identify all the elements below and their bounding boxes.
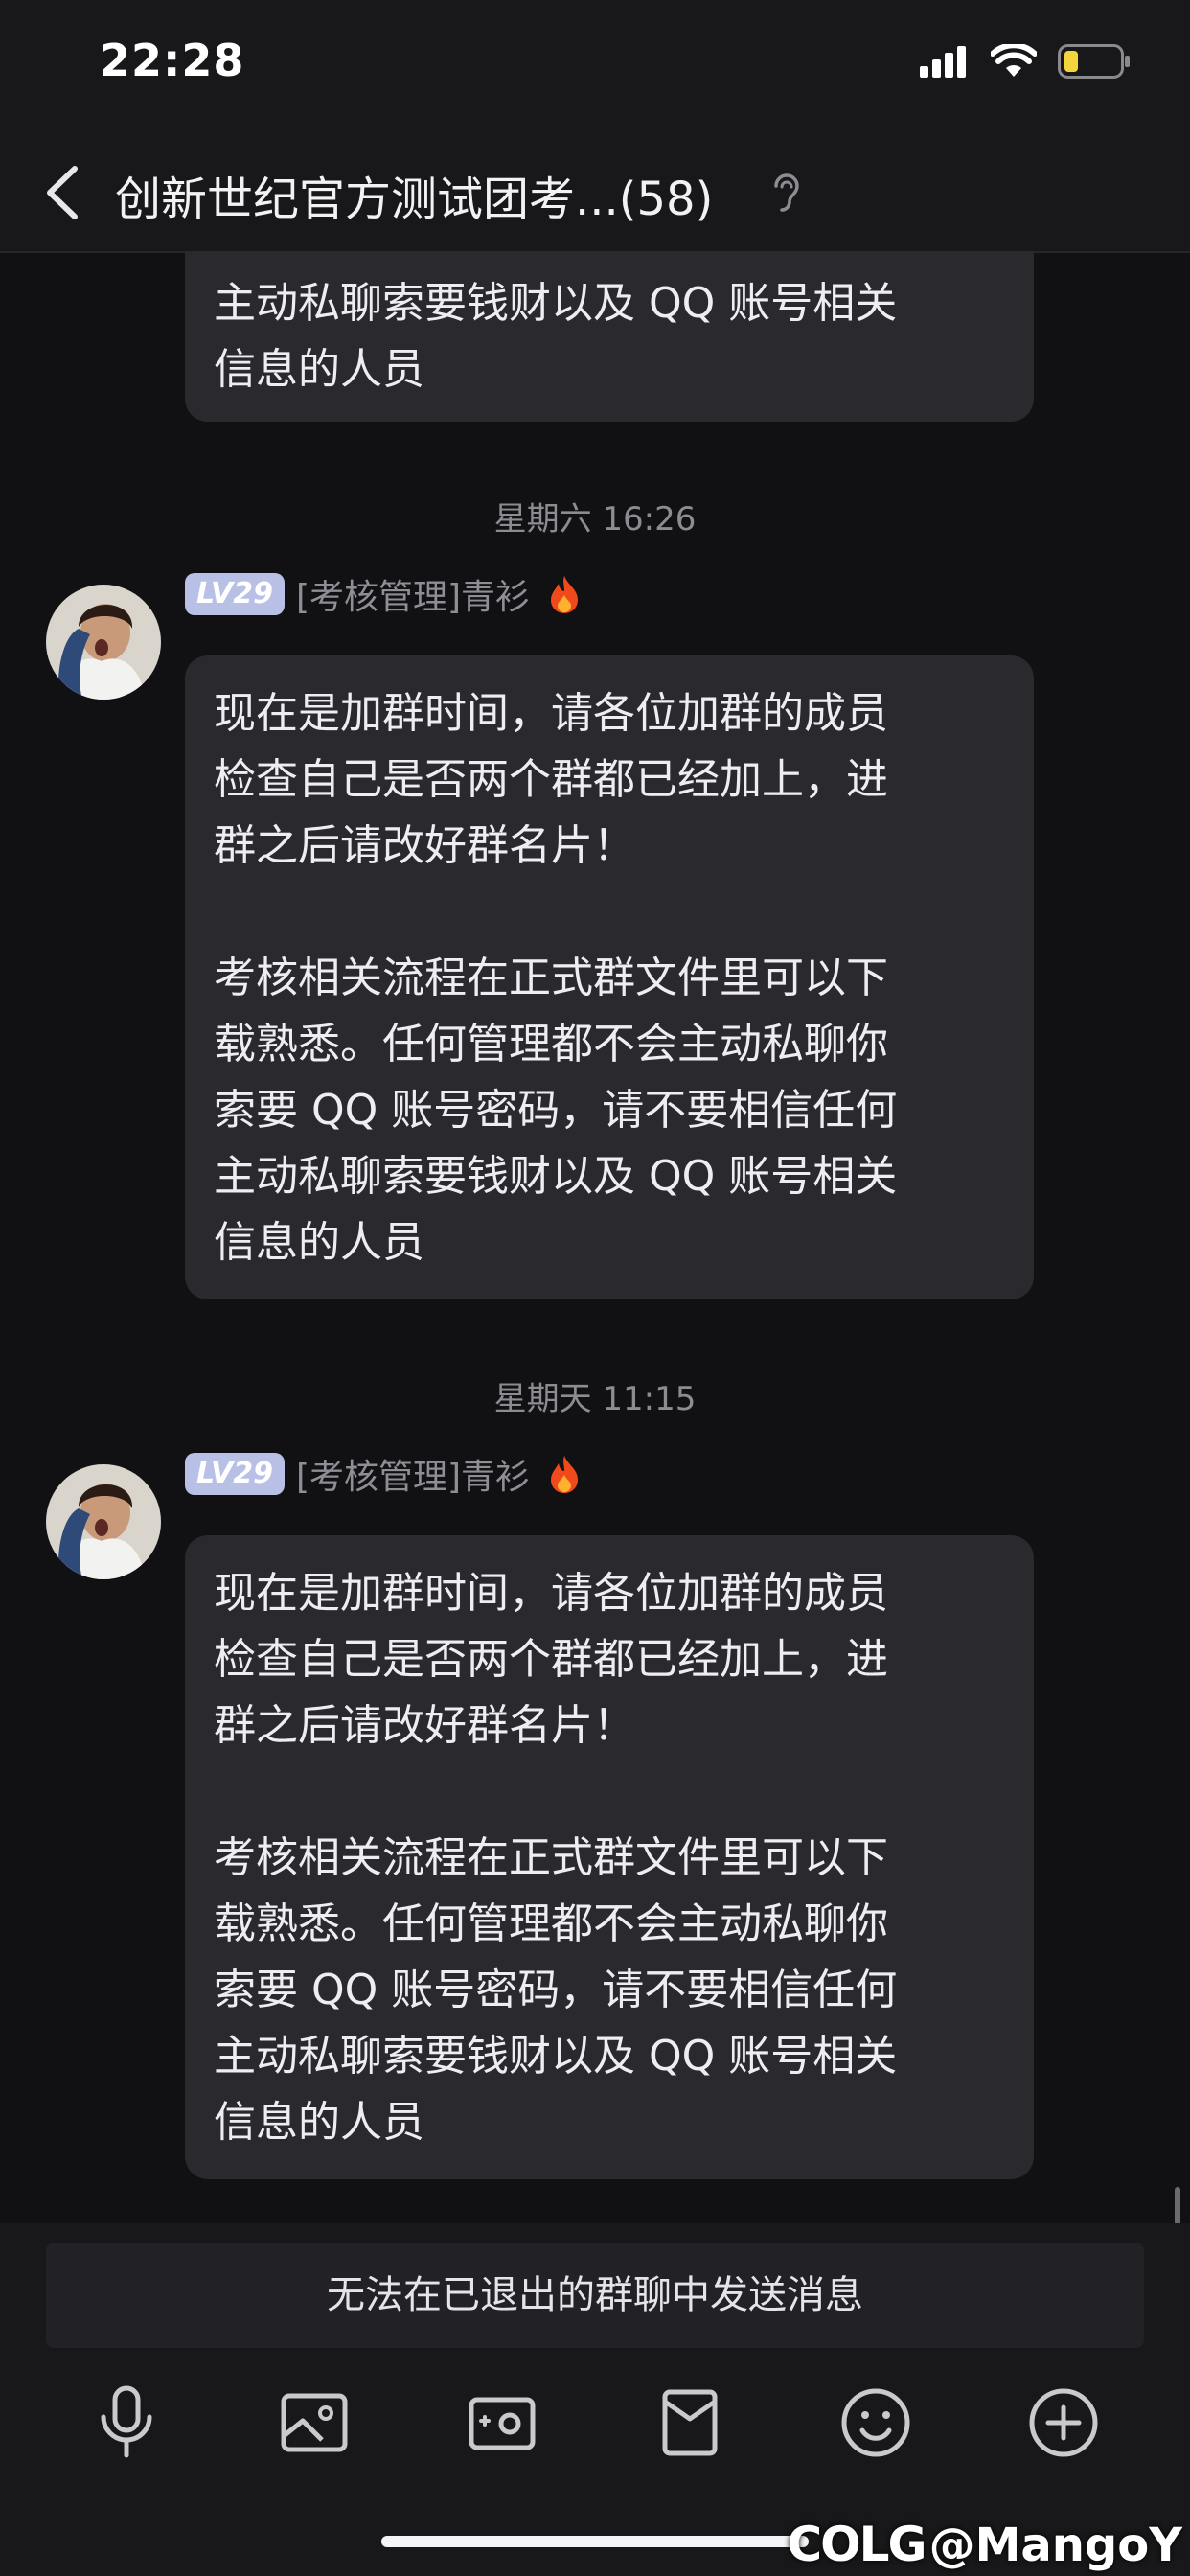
status-bar: 22:28 (0, 0, 1190, 134)
message-meta: LV29 [考核管理]青衫 (185, 1449, 582, 1499)
signal-icon (920, 46, 966, 78)
sender-name[interactable]: [考核管理]青衫 (296, 569, 530, 619)
watermark: COLG@MangoY (787, 2517, 1182, 2572)
level-badge: LV29 (185, 1453, 285, 1495)
message-bubble[interactable]: 现在是加群时间，请各位加群的成员 检查自己是否两个群都已经加上，进 群之后请改好… (185, 1535, 1034, 2179)
red-packet-icon[interactable] (644, 2377, 736, 2469)
message-meta: LV29 [考核管理]青衫 (185, 569, 582, 619)
chat-title[interactable]: 创新世纪官方测试团考...(58) (115, 161, 713, 228)
chat-header: 创新世纪官方测试团考...(58) (0, 134, 1190, 253)
level-badge: LV29 (185, 573, 285, 615)
avatar-image (46, 1464, 161, 1579)
avatar-image (46, 585, 161, 700)
wifi-icon (991, 44, 1037, 77)
input-toolbar (0, 2377, 1190, 2492)
status-time: 22:28 (100, 34, 245, 86)
flame-icon (551, 576, 579, 613)
flame-icon (551, 1456, 579, 1493)
chat-message-list[interactable]: 主动私聊索要钱财以及 QQ 账号相关 信息的人员 星期六 16:26 LV29 … (0, 251, 1190, 2223)
home-indicator[interactable] (381, 2536, 809, 2547)
status-icons (920, 44, 1131, 79)
battery-icon (1058, 44, 1130, 79)
exited-group-notice: 无法在已退出的群聊中发送消息 (46, 2242, 1144, 2348)
earpiece-icon[interactable] (767, 169, 805, 215)
sender-avatar[interactable] (46, 1464, 161, 1579)
image-icon[interactable] (268, 2377, 360, 2469)
plus-icon[interactable] (1018, 2377, 1110, 2469)
timestamp-separator: 星期六 16:26 (493, 500, 697, 539)
message-bubble[interactable]: 主动私聊索要钱财以及 QQ 账号相关 信息的人员 (185, 251, 1034, 422)
sender-avatar[interactable] (46, 585, 161, 700)
back-icon[interactable] (36, 161, 94, 224)
input-area: 无法在已退出的群聊中发送消息 COLG@MangoY (0, 2223, 1190, 2576)
watermark-logo: COLG (787, 2517, 927, 2572)
scrollbar[interactable] (1175, 2187, 1180, 2223)
message-bubble[interactable]: 现在是加群时间，请各位加群的成员 检查自己是否两个群都已经加上，进 群之后请改好… (185, 656, 1034, 1300)
camera-icon[interactable] (456, 2377, 548, 2469)
watermark-handle: @MangoY (928, 2518, 1182, 2572)
microphone-icon[interactable] (80, 2377, 172, 2469)
timestamp-separator: 星期天 11:15 (493, 1380, 697, 1418)
emoji-icon[interactable] (830, 2377, 922, 2469)
sender-name[interactable]: [考核管理]青衫 (296, 1449, 530, 1499)
